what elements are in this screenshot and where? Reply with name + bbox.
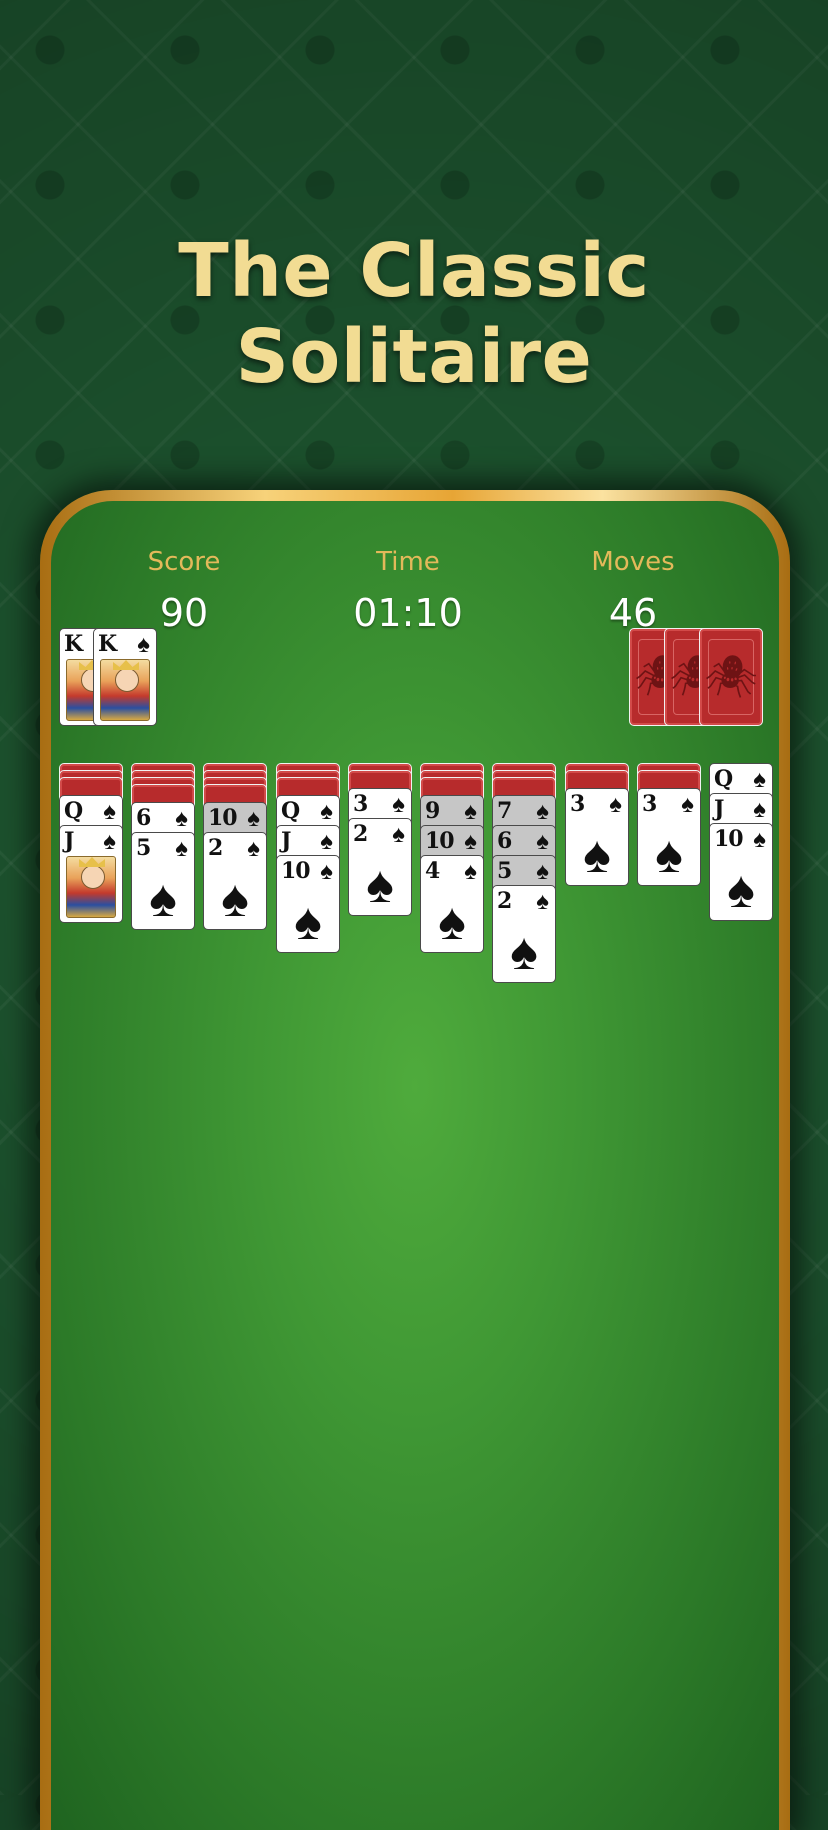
playing-card[interactable]: 5 ♠ ♠ — [131, 832, 195, 930]
spade-icon: ♠ — [536, 888, 549, 915]
spade-icon: ♠ — [392, 821, 405, 848]
card-rank: J — [64, 828, 74, 854]
card-rank: 6 — [497, 828, 512, 854]
playing-card[interactable]: 3 ♠ ♠ — [637, 788, 701, 886]
court-figure-icon — [100, 659, 150, 721]
card-rank: 5 — [136, 835, 151, 861]
card-rank: 10 — [281, 858, 311, 884]
card-rank: 5 — [497, 858, 512, 884]
spider-icon: 🕷 — [704, 653, 758, 700]
score-stat: Score 90 — [74, 547, 294, 635]
card-rank: 2 — [208, 835, 223, 861]
spade-icon: ♠ — [536, 798, 549, 825]
playing-card[interactable]: 2 ♠ ♠ — [203, 832, 267, 930]
completed-king: K♠ — [93, 628, 157, 726]
stock-card-back[interactable]: 🕷 — [699, 628, 763, 726]
moves-label: Moves — [591, 547, 675, 577]
card-rank: 6 — [136, 805, 151, 831]
playing-card[interactable]: J ♠ — [59, 825, 123, 923]
card-rank: 7 — [497, 798, 512, 824]
spade-icon: ♠ — [320, 828, 333, 855]
score-label: Score — [147, 547, 221, 577]
card-rank: 10 — [425, 828, 455, 854]
spade-icon: ♠ — [103, 828, 116, 855]
card-rank: J — [714, 796, 724, 822]
court-figure-icon — [66, 856, 116, 918]
spade-icon: ♠ — [536, 858, 549, 885]
playing-card[interactable]: 10 ♠ ♠ — [276, 855, 340, 953]
playing-card[interactable]: 10 ♠ ♠ — [709, 823, 773, 921]
card-rank: 3 — [642, 791, 657, 817]
game-board: Score 90 Time 01:10 Moves 46 K♠K♠ 🕷🕷🕷 Q♠… — [51, 501, 779, 1830]
spade-icon: ♠ — [583, 826, 611, 884]
spade-icon: ♠ — [366, 856, 394, 914]
spade-icon: ♠ — [753, 826, 766, 853]
playing-card[interactable]: 2 ♠ ♠ — [492, 885, 556, 983]
spade-icon: ♠ — [753, 766, 766, 793]
card-rank: 3 — [353, 791, 368, 817]
spade-icon: ♠ — [753, 796, 766, 823]
phone-frame: Score 90 Time 01:10 Moves 46 K♠K♠ 🕷🕷🕷 Q♠… — [40, 490, 790, 1830]
spade-icon: ♠ — [149, 870, 177, 928]
card-rank: K — [64, 631, 83, 657]
spade-icon: ♠ — [320, 858, 333, 885]
spade-icon: ♠ — [137, 631, 150, 658]
spade-icon: ♠ — [247, 805, 260, 832]
playing-card[interactable]: 3 ♠ ♠ — [565, 788, 629, 886]
card-rank: Q — [714, 766, 733, 792]
playing-card[interactable]: 2 ♠ ♠ — [348, 818, 412, 916]
card-rank: Q — [281, 798, 300, 824]
spade-icon: ♠ — [609, 791, 622, 818]
card-rank: 10 — [208, 805, 238, 831]
spade-icon: ♠ — [392, 791, 405, 818]
spade-icon: ♠ — [727, 861, 755, 919]
spade-icon: ♠ — [681, 791, 694, 818]
spade-icon: ♠ — [655, 826, 683, 884]
spade-icon: ♠ — [294, 893, 322, 951]
spade-icon: ♠ — [320, 798, 333, 825]
spade-icon: ♠ — [536, 828, 549, 855]
spade-icon: ♠ — [175, 835, 188, 862]
card-rank: 3 — [570, 791, 585, 817]
card-rank: 9 — [425, 798, 440, 824]
spade-icon: ♠ — [438, 893, 466, 951]
spade-icon: ♠ — [103, 798, 116, 825]
time-label: Time — [376, 547, 440, 577]
card-rank: K — [98, 631, 117, 657]
spade-icon: ♠ — [247, 835, 260, 862]
card-rank: 10 — [714, 826, 744, 852]
spade-icon: ♠ — [464, 798, 477, 825]
card-rank: J — [281, 828, 291, 854]
spade-icon: ♠ — [221, 870, 249, 928]
time-value: 01:10 — [353, 591, 463, 635]
time-stat: Time 01:10 — [298, 547, 518, 635]
card-rank: 4 — [425, 858, 440, 884]
spade-icon: ♠ — [464, 828, 477, 855]
spade-icon: ♠ — [510, 923, 538, 981]
card-rank: Q — [64, 798, 83, 824]
playing-card[interactable]: 4 ♠ ♠ — [420, 855, 484, 953]
spade-icon: ♠ — [464, 858, 477, 885]
moves-stat: Moves 46 — [523, 547, 743, 635]
spade-icon: ♠ — [175, 805, 188, 832]
card-rank: 2 — [353, 821, 368, 847]
headline: The Classic Solitaire — [178, 228, 650, 400]
card-rank: 2 — [497, 888, 512, 914]
